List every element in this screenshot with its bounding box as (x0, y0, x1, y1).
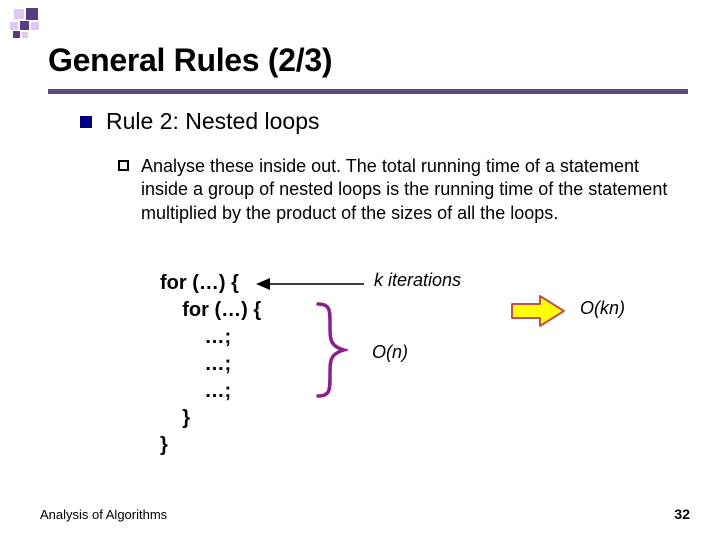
title-block: General Rules (2/3) (48, 42, 690, 94)
footer-left: Analysis of Algorithms (40, 507, 167, 522)
hollow-square-bullet-icon (118, 160, 129, 171)
footer-page-number: 32 (674, 506, 690, 522)
code-text: for (…) { for (…) { …; …; …; } } (160, 270, 261, 459)
slide: General Rules (2/3) Rule 2: Nested loops… (0, 0, 720, 540)
bullet-2-text: Analyse these inside out. The total runn… (141, 155, 681, 225)
annot-k-iterations: k iterations (374, 270, 461, 291)
bullet-level-1: Rule 2: Nested loops (80, 108, 690, 135)
bullet-level-2: Analyse these inside out. The total runn… (118, 155, 690, 225)
code-block: for (…) { for (…) { …; …; …; } } (160, 270, 261, 459)
arrow-left-icon (256, 277, 366, 291)
annot-o-kn: O(kn) (580, 298, 625, 319)
bullet-1-text: Rule 2: Nested loops (106, 108, 320, 135)
slide-title: General Rules (2/3) (48, 42, 690, 79)
title-underline (48, 89, 688, 94)
annot-o-n: O(n) (372, 342, 408, 363)
curly-brace-icon (312, 300, 348, 405)
square-bullet-icon (80, 116, 92, 128)
slide-body: Rule 2: Nested loops Analyse these insid… (80, 108, 690, 231)
big-arrow-icon (510, 294, 568, 333)
